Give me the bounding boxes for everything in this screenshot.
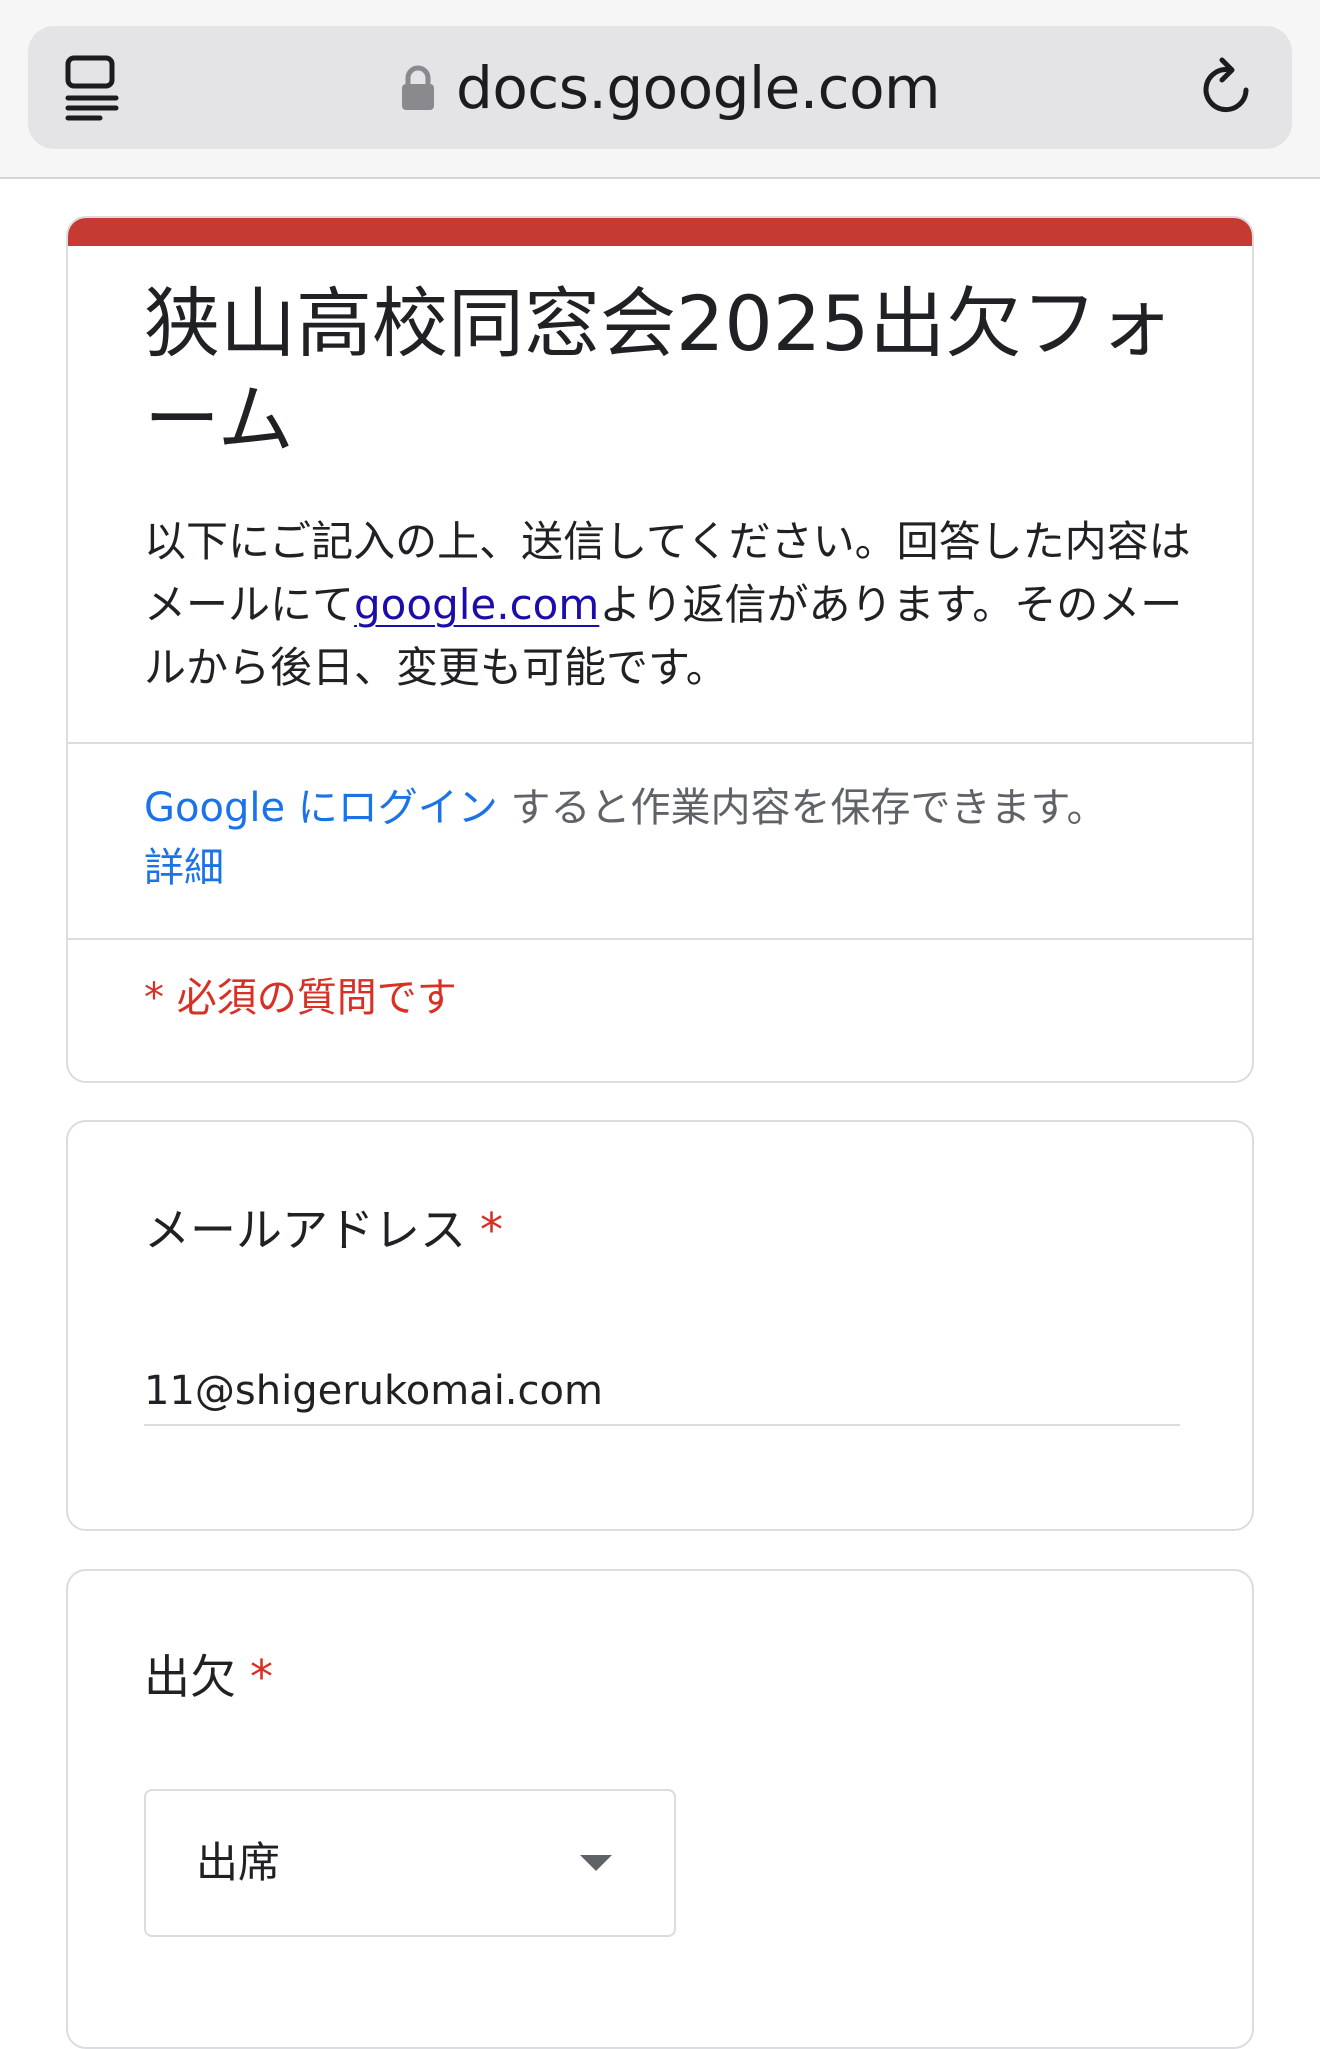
required-asterisk: *: [250, 1650, 273, 1704]
description-link[interactable]: google.com: [354, 580, 599, 629]
attendance-dropdown[interactable]: 出席: [144, 1789, 676, 1937]
details-link[interactable]: 詳細: [144, 845, 224, 891]
email-field[interactable]: [144, 1358, 1180, 1426]
reader-mode-icon[interactable]: [60, 54, 124, 122]
question-card-email: メールアドレス *: [66, 1120, 1254, 1531]
theme-accent-bar: [68, 218, 1252, 246]
login-link[interactable]: Google にログイン: [144, 785, 498, 831]
login-prompt-text: すると作業内容を保存できます。: [510, 785, 1107, 831]
question-title: 出欠 *: [144, 1647, 273, 1707]
form-description: 以下にご記入の上、送信してください。回答した内容はメールにてgoogle.com…: [144, 510, 1204, 699]
dropdown-selected-value: 出席: [196, 1838, 281, 1887]
address-bar[interactable]: docs.google.com: [28, 26, 1292, 149]
required-note: * 必須の質問です: [144, 975, 457, 1021]
url-text[interactable]: docs.google.com: [456, 54, 941, 122]
divider: [68, 938, 1252, 940]
required-asterisk: *: [480, 1203, 503, 1257]
question-label: メールアドレス: [144, 1203, 466, 1257]
lock-icon: [400, 64, 436, 112]
question-title: メールアドレス *: [144, 1200, 503, 1260]
divider: [68, 742, 1252, 744]
login-prompt: Google にログイン すると作業内容を保存できます。詳細: [144, 778, 1204, 898]
browser-toolbar: docs.google.com: [0, 0, 1320, 179]
question-label: 出欠: [144, 1650, 236, 1704]
reload-icon[interactable]: [1196, 56, 1260, 120]
form-header-card: 狭山高校同窓会2025出欠フォーム 以下にご記入の上、送信してください。回答した…: [66, 216, 1254, 1083]
question-card-attendance: 出欠 * 出席: [66, 1569, 1254, 2049]
form-title: 狭山高校同窓会2025出欠フォーム: [144, 279, 1174, 464]
dropdown-caret-icon: [578, 1853, 614, 1873]
